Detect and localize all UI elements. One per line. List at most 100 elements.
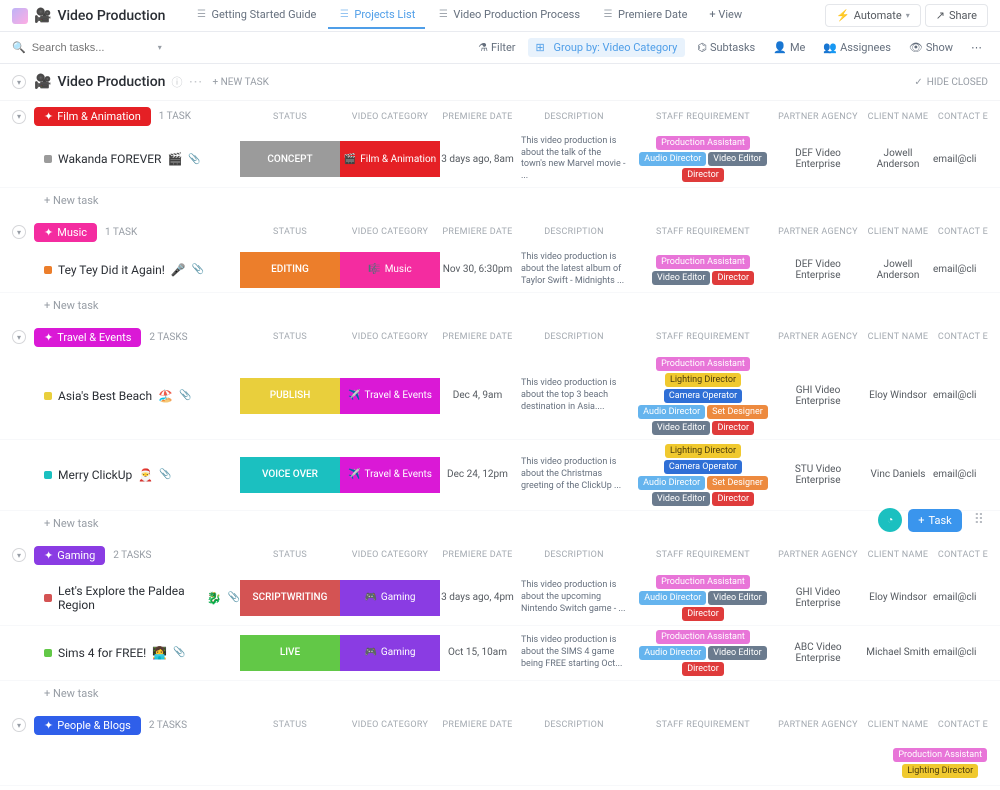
group-by-button[interactable]: ⊞ Group by: Video Category bbox=[528, 38, 686, 57]
column-header[interactable]: PREMIERE DATE bbox=[440, 227, 515, 237]
hide-closed-toggle[interactable]: ✓ HIDE CLOSED bbox=[914, 77, 988, 88]
column-header[interactable]: CONTACT E bbox=[933, 550, 993, 560]
category-cell[interactable]: 🎮Gaming bbox=[340, 580, 440, 616]
column-header[interactable]: PARTNER AGENCY bbox=[773, 112, 863, 122]
premiere-cell[interactable]: Nov 30, 6:30pm bbox=[440, 264, 515, 275]
column-header[interactable]: STAFF REQUIREMENT bbox=[633, 720, 773, 730]
client-cell[interactable]: Vinc Daniels bbox=[863, 469, 933, 480]
column-header[interactable]: STAFF REQUIREMENT bbox=[633, 112, 773, 122]
group-pill[interactable]: ✦People & Blogs bbox=[34, 716, 141, 735]
column-header[interactable]: STAFF REQUIREMENT bbox=[633, 332, 773, 342]
column-header[interactable]: STAFF REQUIREMENT bbox=[633, 550, 773, 560]
column-header[interactable]: DESCRIPTION bbox=[515, 720, 633, 730]
group-pill[interactable]: ✦Travel & Events bbox=[34, 328, 141, 347]
category-cell[interactable]: 🎬Film & Animation bbox=[340, 141, 440, 177]
agency-cell[interactable]: DEF Video Enterprise bbox=[773, 148, 863, 170]
new-task-link[interactable]: + New task bbox=[0, 681, 1000, 706]
task-row[interactable]: Tey Tey Did it Again! 🎤 📎EDITING🎼MusicNo… bbox=[0, 248, 1000, 293]
column-header[interactable]: CLIENT NAME bbox=[863, 720, 933, 730]
category-cell[interactable]: ✈️Travel & Events bbox=[340, 457, 440, 493]
agency-cell[interactable]: GHI Video Enterprise bbox=[773, 385, 863, 407]
staff-cell[interactable]: Production AssistantAudio DirectorVideo … bbox=[633, 571, 773, 625]
column-header[interactable]: PARTNER AGENCY bbox=[773, 720, 863, 730]
column-header[interactable]: CONTACT E bbox=[933, 112, 993, 122]
show-button[interactable]: 👁Show bbox=[903, 38, 959, 57]
assignees-button[interactable]: 👥Assignees bbox=[817, 38, 897, 57]
search-box[interactable]: 🔍 ▾ bbox=[12, 41, 472, 54]
staff-cell[interactable]: Production AssistantLighting Director bbox=[880, 744, 1000, 782]
status-cell[interactable]: SCRIPTWRITING bbox=[240, 580, 340, 616]
contact-cell[interactable]: email@cli bbox=[933, 592, 993, 603]
status-cell[interactable]: CONCEPT bbox=[240, 141, 340, 177]
task-row[interactable]: Sims 4 for FREE! 👩‍💻 📎LIVE🎮GamingOct 15,… bbox=[0, 626, 1000, 681]
collapse-all-button[interactable]: ▾ bbox=[12, 75, 26, 89]
column-header[interactable]: VIDEO CATEGORY bbox=[340, 227, 440, 237]
premiere-cell[interactable]: Oct 15, 10am bbox=[440, 647, 515, 658]
staff-cell[interactable]: Production AssistantVideo EditorDirector bbox=[633, 251, 773, 289]
column-header[interactable]: PARTNER AGENCY bbox=[773, 332, 863, 342]
status-cell[interactable]: VOICE OVER bbox=[240, 457, 340, 493]
column-header[interactable]: STATUS bbox=[240, 112, 340, 122]
me-button[interactable]: 👤Me bbox=[767, 38, 811, 57]
column-header[interactable]: DESCRIPTION bbox=[515, 332, 633, 342]
description-cell[interactable]: This video production is about the talk … bbox=[515, 132, 633, 187]
grip-handle[interactable]: ⠿ bbox=[968, 512, 990, 528]
column-header[interactable]: VIDEO CATEGORY bbox=[340, 112, 440, 122]
description-cell[interactable]: This video production is about the Chris… bbox=[515, 453, 633, 496]
automate-button[interactable]: ⚡ Automate ▾ bbox=[825, 4, 921, 27]
agency-cell[interactable]: GHI Video Enterprise bbox=[773, 587, 863, 609]
column-header[interactable]: PARTNER AGENCY bbox=[773, 227, 863, 237]
nav-tab[interactable]: ☰Video Production Process bbox=[427, 2, 590, 29]
task-name[interactable]: Asia's Best Beach 🏖️ 📎 bbox=[0, 389, 240, 403]
status-cell[interactable]: LIVE bbox=[240, 635, 340, 671]
column-header[interactable]: VIDEO CATEGORY bbox=[340, 720, 440, 730]
premiere-cell[interactable]: Dec 4, 9am bbox=[440, 390, 515, 401]
agency-cell[interactable]: ABC Video Enterprise bbox=[773, 642, 863, 664]
nav-tab[interactable]: + View bbox=[699, 2, 752, 29]
more-button[interactable]: ⋯ bbox=[965, 38, 988, 57]
status-cell[interactable]: EDITING bbox=[240, 252, 340, 288]
column-header[interactable]: STATUS bbox=[240, 227, 340, 237]
attachment-icon[interactable]: 📎 bbox=[192, 264, 204, 275]
task-row[interactable]: Asia's Best Beach 🏖️ 📎PUBLISH✈️Travel & … bbox=[0, 353, 1000, 440]
description-cell[interactable]: This video production is about the top 3… bbox=[515, 374, 633, 417]
attachment-icon[interactable]: 📎 bbox=[159, 469, 171, 480]
group-pill[interactable]: ✦Music bbox=[34, 223, 97, 242]
attachment-icon[interactable]: 📎 bbox=[228, 592, 240, 603]
column-header[interactable]: CLIENT NAME bbox=[863, 112, 933, 122]
column-header[interactable]: VIDEO CATEGORY bbox=[340, 550, 440, 560]
task-row[interactable]: Let's Explore the Paldea Region 🐉 📎SCRIP… bbox=[0, 571, 1000, 626]
category-cell[interactable]: ✈️Travel & Events bbox=[340, 378, 440, 414]
premiere-cell[interactable]: 3 days ago, 4pm bbox=[440, 592, 515, 603]
agency-cell[interactable]: STU Video Enterprise bbox=[773, 464, 863, 486]
collapse-group-button[interactable]: ▾ bbox=[12, 330, 26, 344]
column-header[interactable]: DESCRIPTION bbox=[515, 112, 633, 122]
collapse-group-button[interactable]: ▾ bbox=[12, 225, 26, 239]
description-cell[interactable]: This video production is about the upcom… bbox=[515, 576, 633, 619]
column-header[interactable]: CLIENT NAME bbox=[863, 550, 933, 560]
new-task-link[interactable]: + New task bbox=[0, 293, 1000, 318]
column-header[interactable]: CLIENT NAME bbox=[863, 332, 933, 342]
group-pill[interactable]: ✦Film & Animation bbox=[34, 107, 151, 126]
new-task-fab[interactable]: +Task bbox=[908, 509, 961, 532]
client-cell[interactable]: Eloy Windsor bbox=[863, 592, 933, 603]
task-name[interactable]: Let's Explore the Paldea Region 🐉 📎 bbox=[0, 584, 240, 612]
attachment-icon[interactable]: 📎 bbox=[179, 390, 191, 401]
contact-cell[interactable]: email@cli bbox=[933, 469, 993, 480]
new-task-link[interactable]: + New task bbox=[0, 188, 1000, 213]
column-header[interactable]: PREMIERE DATE bbox=[440, 550, 515, 560]
task-row[interactable]: Merry ClickUp 🎅 📎VOICE OVER✈️Travel & Ev… bbox=[0, 440, 1000, 511]
client-cell[interactable]: Michael Smith bbox=[863, 647, 933, 658]
info-icon[interactable]: ⓘ bbox=[171, 74, 182, 90]
chevron-down-icon[interactable]: ▾ bbox=[158, 43, 162, 52]
task-name[interactable]: Merry ClickUp 🎅 📎 bbox=[0, 468, 240, 482]
column-header[interactable]: VIDEO CATEGORY bbox=[340, 332, 440, 342]
attachment-icon[interactable]: 📎 bbox=[173, 647, 185, 658]
column-header[interactable]: CONTACT E bbox=[933, 227, 993, 237]
group-pill[interactable]: ✦Gaming bbox=[34, 546, 105, 565]
share-button[interactable]: ↗ Share bbox=[925, 4, 988, 27]
staff-cell[interactable]: Production AssistantAudio DirectorVideo … bbox=[633, 626, 773, 680]
column-header[interactable]: STATUS bbox=[240, 720, 340, 730]
premiere-cell[interactable]: 3 days ago, 8am bbox=[440, 154, 515, 165]
staff-cell[interactable]: Production AssistantLighting DirectorCam… bbox=[633, 353, 773, 439]
